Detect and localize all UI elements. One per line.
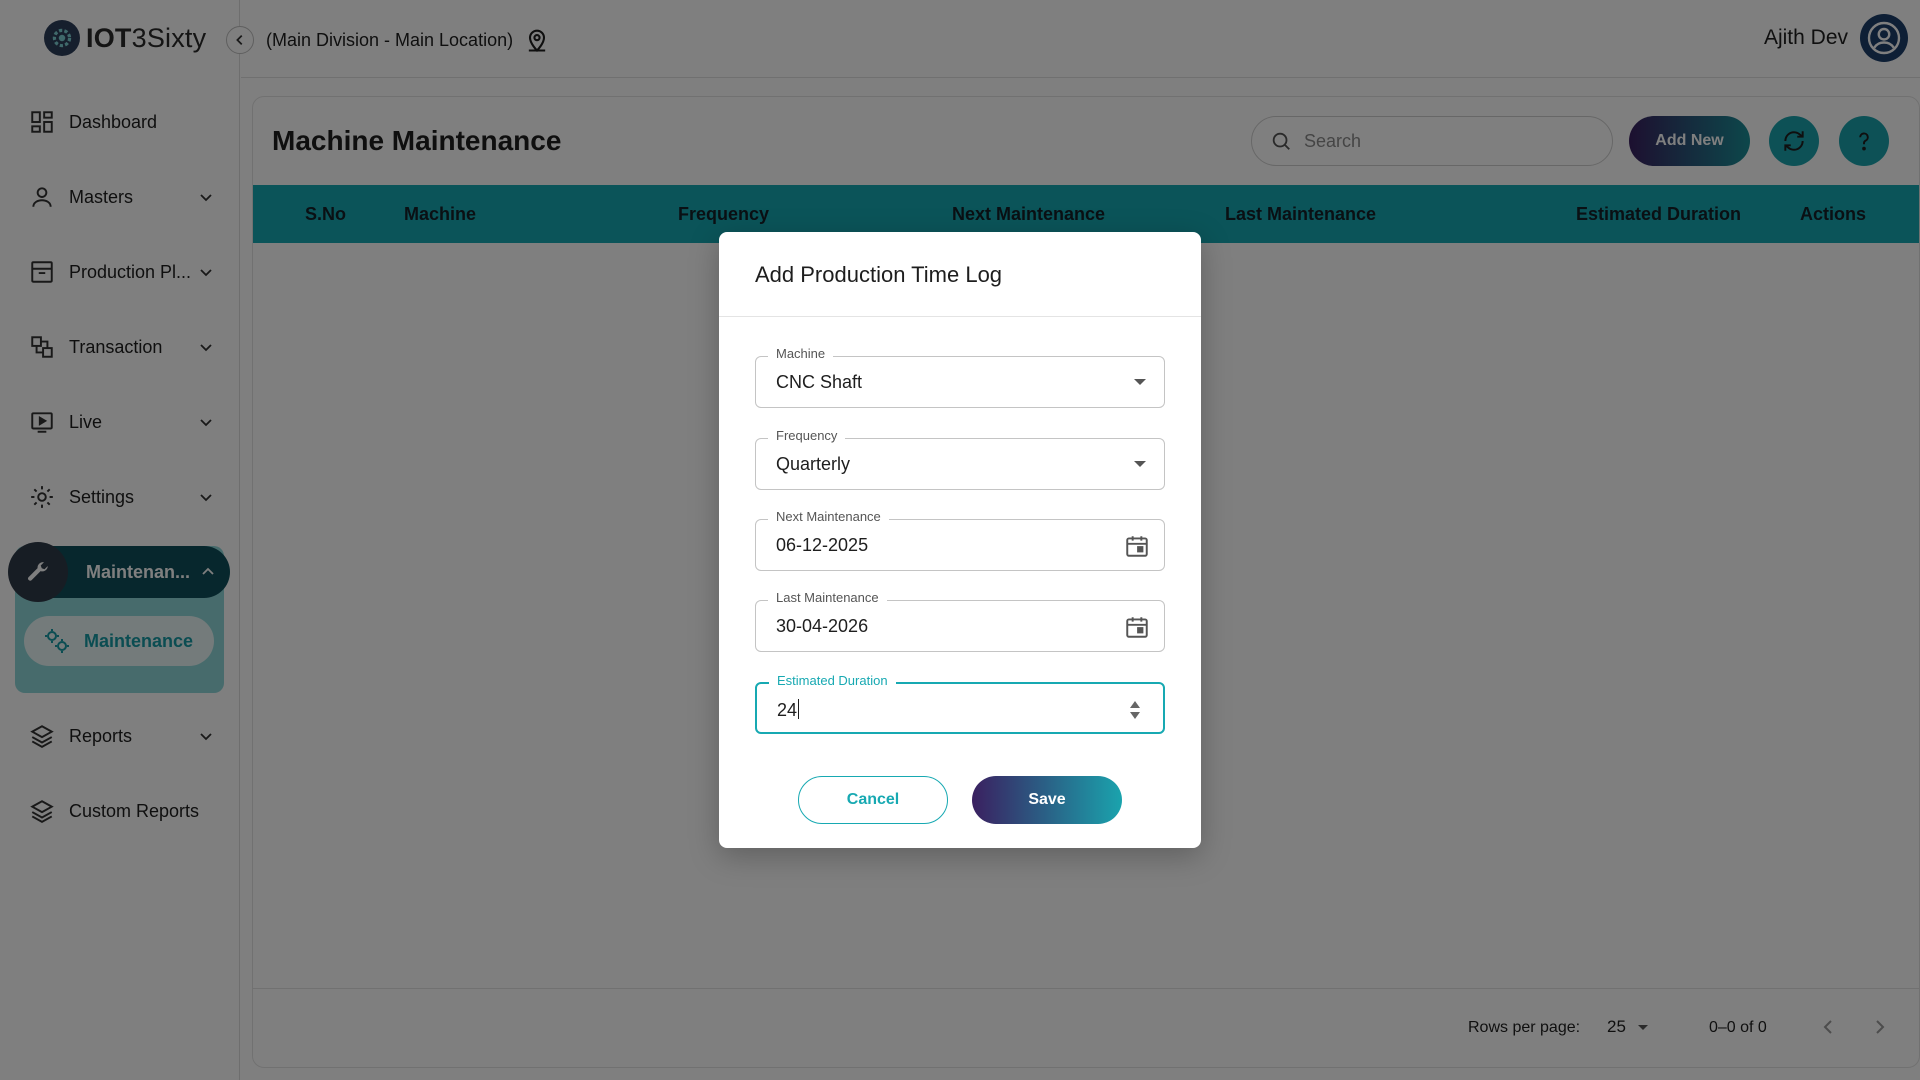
estimated-duration-input[interactable]: Estimated Duration 24 <box>755 673 1165 734</box>
dialog-title: Add Production Time Log <box>755 262 1003 287</box>
last-maintenance-value: 30-04-2026 <box>776 616 869 636</box>
machine-label: Machine <box>768 346 834 361</box>
last-maintenance-date-field[interactable]: Last Maintenance 30-04-2026 <box>755 590 1165 652</box>
save-button[interactable]: Save <box>972 776 1122 824</box>
frequency-value: Quarterly <box>776 454 851 474</box>
calendar-icon[interactable] <box>1124 533 1150 559</box>
frequency-label: Frequency <box>768 428 846 443</box>
estimated-duration-value: 24 <box>777 699 800 720</box>
number-stepper-icon[interactable] <box>1129 698 1141 722</box>
dialog-divider <box>719 316 1201 317</box>
machine-value: CNC Shaft <box>776 372 863 392</box>
next-maintenance-value: 06-12-2025 <box>776 535 869 555</box>
next-maintenance-label: Next Maintenance <box>768 509 889 524</box>
caret-down-icon <box>1134 379 1146 385</box>
last-maintenance-label: Last Maintenance <box>768 590 887 605</box>
estimated-duration-label: Estimated Duration <box>769 673 896 688</box>
calendar-icon[interactable] <box>1124 614 1150 640</box>
add-production-time-log-dialog: Add Production Time Log Machine CNC Shaf… <box>719 232 1201 848</box>
frequency-select[interactable]: Frequency Quarterly <box>755 428 1165 490</box>
cancel-button[interactable]: Cancel <box>798 776 948 824</box>
next-maintenance-date-field[interactable]: Next Maintenance 06-12-2025 <box>755 509 1165 571</box>
machine-select[interactable]: Machine CNC Shaft <box>755 346 1165 408</box>
caret-down-icon <box>1134 461 1146 467</box>
